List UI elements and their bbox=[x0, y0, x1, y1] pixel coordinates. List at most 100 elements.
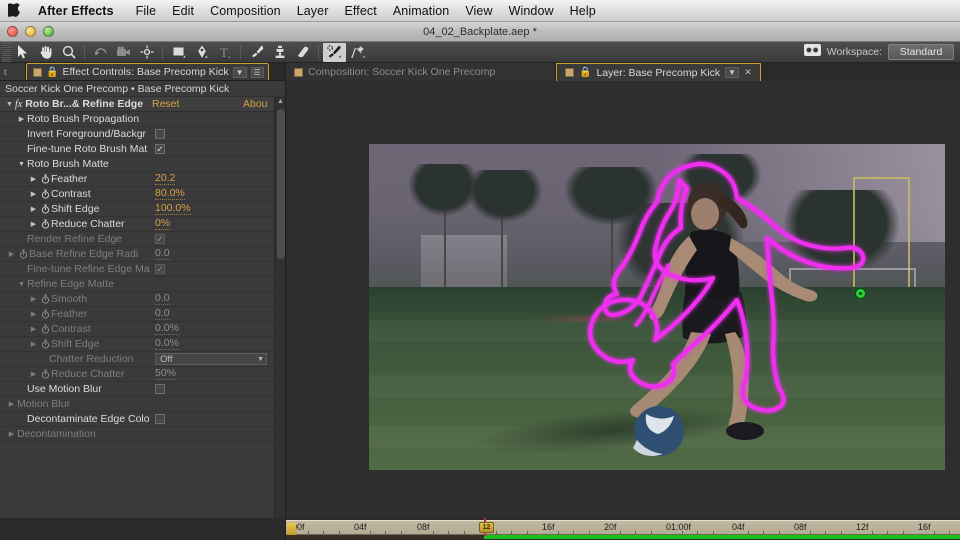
stopwatch-icon[interactable] bbox=[39, 339, 51, 349]
menu-item-composition[interactable]: Composition bbox=[202, 1, 289, 21]
zoom-tool-icon[interactable] bbox=[57, 43, 80, 62]
twirl-closed-icon[interactable]: ▶ bbox=[28, 310, 39, 318]
twirl-closed-icon[interactable]: ▶ bbox=[28, 175, 39, 183]
stopwatch-icon[interactable] bbox=[39, 219, 51, 229]
hand-tool-icon[interactable] bbox=[34, 43, 57, 62]
about-link[interactable]: Abou bbox=[243, 98, 268, 110]
twirl-closed-icon[interactable]: ▶ bbox=[16, 115, 27, 123]
parameter-value[interactable]: 0.0 bbox=[155, 293, 170, 305]
brush-tool-icon[interactable] bbox=[245, 43, 268, 62]
parameter-row[interactable]: Use Motion Blur bbox=[0, 382, 286, 397]
parameter-row[interactable]: ▶ Decontamination bbox=[0, 427, 286, 442]
chevron-down-icon[interactable]: ▼ bbox=[257, 356, 264, 363]
parameter-row[interactable]: ▶ Shift Edge 100.0% bbox=[0, 202, 286, 217]
parameter-value[interactable]: 0.0% bbox=[155, 338, 179, 350]
parameter-value[interactable]: 80.0% bbox=[155, 188, 185, 200]
workspace-icon[interactable] bbox=[803, 43, 821, 61]
twirl-closed-icon[interactable]: ▶ bbox=[28, 340, 39, 348]
effect-header-row[interactable]: ▼ fx Roto Br...& Refine Edge Reset Abou bbox=[0, 97, 286, 112]
close-window-button[interactable] bbox=[7, 26, 18, 37]
panel-menu-icon[interactable]: ☰ bbox=[250, 66, 264, 78]
workspace-select[interactable]: Standard bbox=[888, 44, 954, 60]
parameter-row[interactable]: ▶ Feather 0.0 bbox=[0, 307, 286, 322]
video-frame[interactable] bbox=[369, 144, 945, 470]
lock-icon[interactable]: 🔒 bbox=[579, 67, 591, 78]
adjacent-panel-tab[interactable]: t bbox=[0, 63, 26, 80]
time-ruler[interactable]: 00f04f08f12f16f20f01:00f04f08f12f16f bbox=[286, 520, 960, 538]
parameter-row[interactable]: ▶ Reduce Chatter 0% bbox=[0, 217, 286, 232]
twirl-open-icon[interactable]: ▼ bbox=[16, 281, 27, 288]
reset-link[interactable]: Reset bbox=[152, 98, 179, 110]
parameter-dropdown[interactable]: Off ▼ bbox=[155, 353, 267, 365]
puppet-pin-tool-icon[interactable] bbox=[346, 43, 369, 62]
parameter-row[interactable]: ▼ Roto Brush Matte bbox=[0, 157, 286, 172]
pan-behind-tool-icon[interactable] bbox=[135, 43, 158, 62]
parameter-checkbox[interactable]: ✓ bbox=[155, 144, 165, 154]
menu-item-file[interactable]: File bbox=[128, 1, 165, 21]
stopwatch-icon[interactable] bbox=[39, 294, 51, 304]
parameter-row[interactable]: ▼ Refine Edge Matte bbox=[0, 277, 286, 292]
menu-item-layer[interactable]: Layer bbox=[289, 1, 337, 21]
type-tool-icon[interactable]: T bbox=[213, 43, 236, 62]
twirl-closed-icon[interactable]: ▶ bbox=[6, 250, 17, 258]
close-icon[interactable]: ✕ bbox=[744, 67, 752, 78]
minimize-window-button[interactable] bbox=[25, 26, 36, 37]
parameter-row[interactable]: ▶ Contrast 80.0% bbox=[0, 187, 286, 202]
twirl-open-icon[interactable]: ▼ bbox=[4, 101, 15, 108]
parameter-checkbox[interactable] bbox=[155, 384, 165, 394]
parameter-row[interactable]: ▶ Roto Brush Propagation bbox=[0, 112, 286, 127]
twirl-closed-icon[interactable]: ▶ bbox=[28, 220, 39, 228]
parameter-checkbox[interactable] bbox=[155, 414, 165, 424]
parameter-value[interactable]: 100.0% bbox=[155, 203, 191, 215]
stopwatch-icon[interactable] bbox=[39, 324, 51, 334]
layer-canvas[interactable] bbox=[286, 81, 960, 518]
twirl-closed-icon[interactable]: ▶ bbox=[28, 325, 39, 333]
parameter-row[interactable]: ▶ Reduce Chatter 50% bbox=[0, 367, 286, 382]
parameter-value[interactable]: 20.2 bbox=[155, 173, 176, 185]
twirl-closed-icon[interactable]: ▶ bbox=[6, 430, 17, 438]
parameter-value[interactable]: 0.0 bbox=[155, 248, 170, 260]
pen-tool-icon[interactable] bbox=[190, 43, 213, 62]
menu-item-help[interactable]: Help bbox=[562, 1, 604, 21]
stopwatch-icon[interactable] bbox=[39, 189, 51, 199]
rotation-tool-icon[interactable] bbox=[89, 43, 112, 62]
parameter-row[interactable]: Fine-tune Roto Brush Mat ✓ bbox=[0, 142, 286, 157]
tab-composition-viewer[interactable]: Composition: Soccer Kick One Precomp bbox=[286, 63, 556, 81]
stopwatch-icon[interactable] bbox=[17, 249, 29, 259]
menu-item-window[interactable]: Window bbox=[501, 1, 562, 21]
shape-tool-icon[interactable] bbox=[167, 43, 190, 62]
parameter-value[interactable]: 0.0% bbox=[155, 323, 179, 335]
parameter-value[interactable]: 50% bbox=[155, 368, 177, 380]
twirl-closed-icon[interactable]: ▶ bbox=[28, 370, 39, 378]
menu-item-edit[interactable]: Edit bbox=[164, 1, 202, 21]
toolbar-drag-handle[interactable] bbox=[2, 42, 11, 62]
stopwatch-icon[interactable] bbox=[39, 204, 51, 214]
menu-item-view[interactable]: View bbox=[457, 1, 500, 21]
scrollbar-thumb[interactable] bbox=[277, 109, 285, 259]
twirl-open-icon[interactable]: ▼ bbox=[16, 161, 27, 168]
twirl-closed-icon[interactable]: ▶ bbox=[28, 190, 39, 198]
timeline-ruler-panel[interactable]: 00f04f08f12f16f20f01:00f04f08f12f16f 12 bbox=[286, 518, 960, 540]
parameter-row[interactable]: ▶ Contrast 0.0% bbox=[0, 322, 286, 337]
lock-icon[interactable]: 🔒 bbox=[46, 67, 58, 78]
chevron-down-icon[interactable]: ▼ bbox=[725, 67, 740, 78]
parameter-value[interactable]: 0% bbox=[155, 218, 171, 230]
twirl-closed-icon[interactable]: ▶ bbox=[6, 400, 17, 408]
parameter-row[interactable]: ▶ Base Refine Edge Radi 0.0 bbox=[0, 247, 286, 262]
camera-tool-icon[interactable] bbox=[112, 43, 135, 62]
menu-item-effect[interactable]: Effect bbox=[336, 1, 384, 21]
parameter-row[interactable]: Invert Foreground/Backgr bbox=[0, 127, 286, 142]
parameter-checkbox[interactable]: ✓ bbox=[155, 234, 165, 244]
parameter-row[interactable]: ▶ Shift Edge 0.0% bbox=[0, 337, 286, 352]
menu-item-after-effects[interactable]: After Effects bbox=[36, 1, 128, 21]
roto-outline[interactable] bbox=[369, 144, 945, 470]
roto-marker-icon[interactable] bbox=[855, 289, 865, 299]
selection-tool-icon[interactable] bbox=[11, 43, 34, 62]
chevron-down-icon[interactable]: ▼ bbox=[232, 66, 247, 78]
effect-parameter-list[interactable]: ▼ fx Roto Br...& Refine Edge Reset Abou … bbox=[0, 97, 286, 518]
tab-effect-controls[interactable]: 🔒 Effect Controls: Base Precomp Kick ▼ ☰ bbox=[26, 63, 269, 80]
playhead-handle[interactable]: 12 bbox=[479, 522, 494, 533]
eraser-tool-icon[interactable] bbox=[291, 43, 314, 62]
parameter-checkbox[interactable] bbox=[155, 129, 165, 139]
stopwatch-icon[interactable] bbox=[39, 369, 51, 379]
